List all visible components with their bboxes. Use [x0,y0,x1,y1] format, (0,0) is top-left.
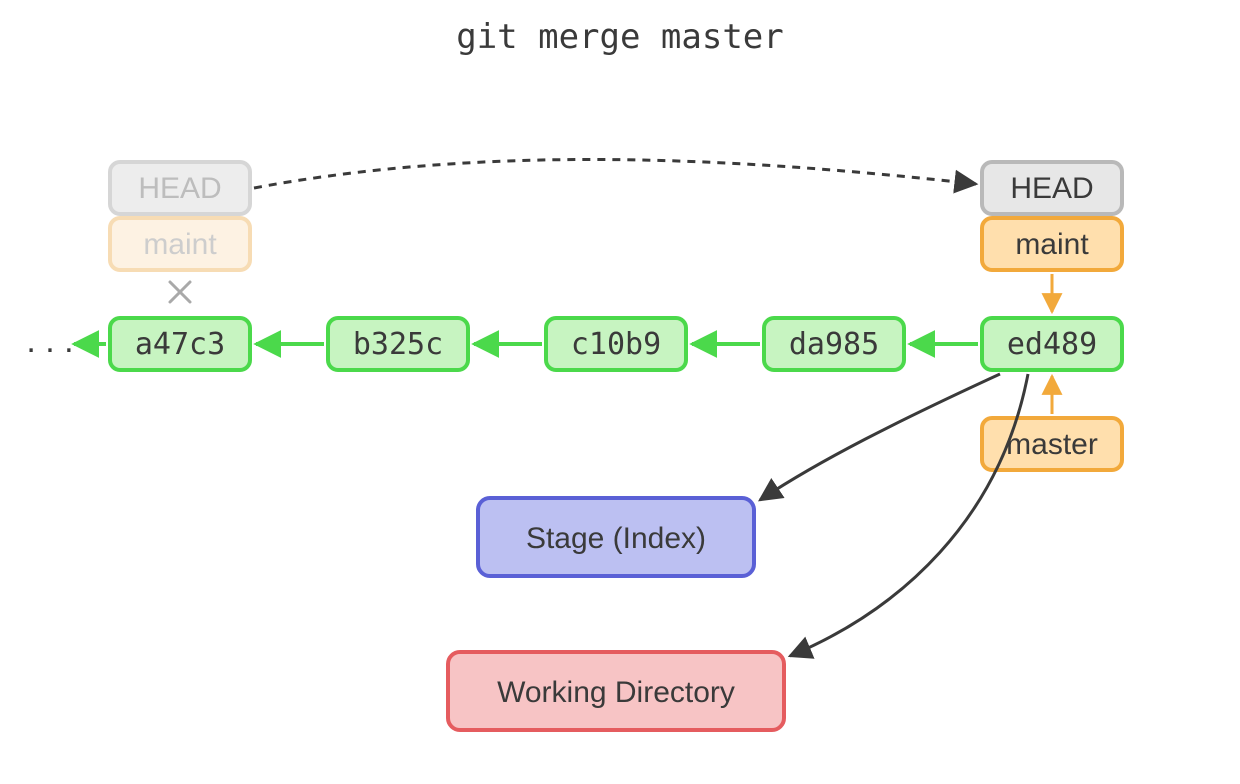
workdir-label: Working Directory [497,676,735,709]
commit-ed489-label: ed489 [1007,327,1097,362]
branch-master-label: master [1006,428,1098,461]
commit-da985-label: da985 [789,327,879,362]
commit-b325c-label: b325c [353,327,443,362]
detached-x-icon [170,282,190,302]
head-move-arrow [254,159,976,188]
ellipsis: . . . [26,322,73,360]
ed489-to-stage-arrow [760,374,1000,500]
head-new-label: HEAD [1010,172,1093,205]
head-old-label: HEAD [138,172,221,205]
branch-new-maint-label: maint [1015,228,1089,261]
branch-old-maint-label: maint [143,228,217,261]
commit-c10b9-label: c10b9 [571,327,661,362]
commit-a47c3-label: a47c3 [135,327,225,362]
diagram-title: git merge master [456,17,784,57]
stage-label: Stage (Index) [526,522,706,555]
git-merge-diagram: git merge master . . . a47c3 b325c c10b9… [0,0,1240,784]
